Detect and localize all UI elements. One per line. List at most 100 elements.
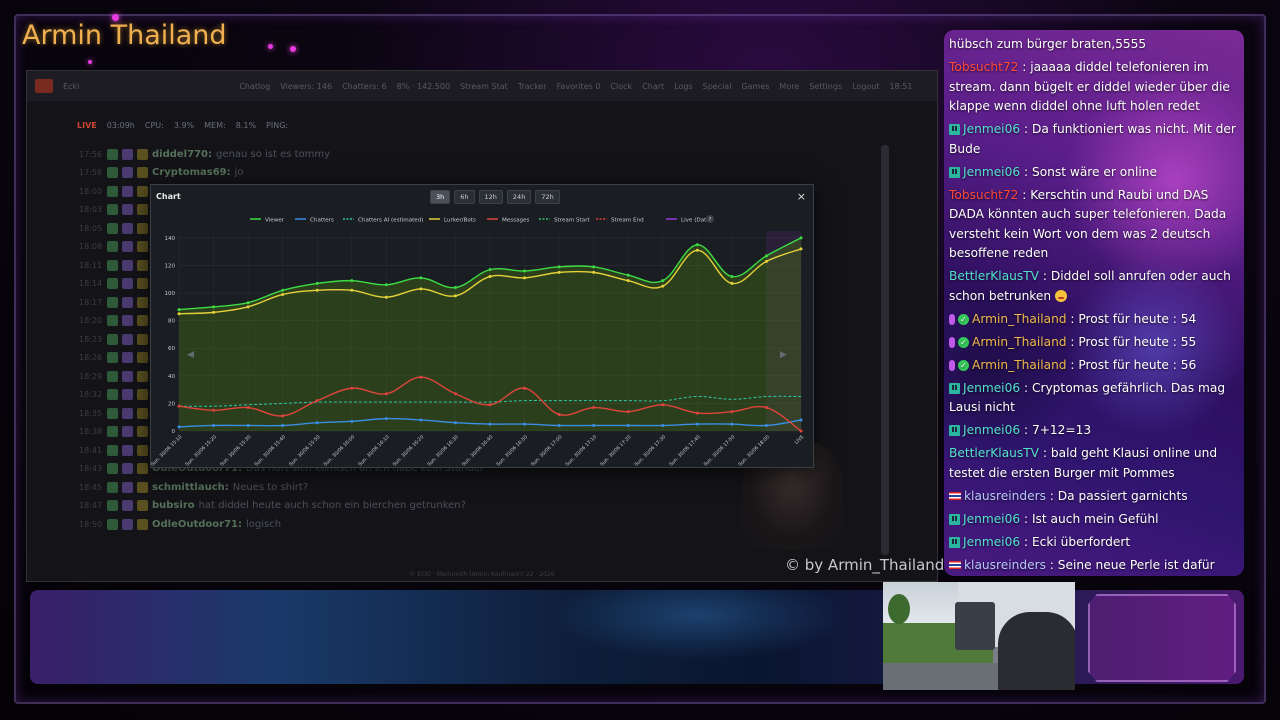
chat-log-scrollbar[interactable] [881, 145, 889, 555]
data-point [695, 411, 699, 415]
menu-item[interactable]: 18:51 [889, 82, 912, 91]
microphone-badge-icon [949, 359, 955, 371]
chat-username[interactable]: Jenmei06 [963, 165, 1020, 179]
chat-username[interactable]: Tobsucht72 [949, 188, 1018, 202]
emoji-icon [1055, 290, 1068, 302]
menu-item[interactable]: Chart [642, 82, 664, 91]
data-point [661, 279, 665, 283]
data-point [246, 305, 250, 309]
chat-message-list: hübsch zum bürger braten,5555 Tobsucht72 … [949, 35, 1241, 576]
chat-text: Ist auch mein Gefühl [1031, 511, 1159, 526]
chat-username[interactable]: Jenmei06 [963, 512, 1020, 526]
subscriber-badge-icon [949, 124, 960, 135]
data-point [419, 375, 423, 379]
menu-item[interactable]: 8% · 142.500 [397, 82, 450, 91]
close-icon[interactable]: × [797, 190, 806, 203]
chat-message: Jenmei06 : Cryptomas gefährlich. Das mag… [949, 379, 1241, 418]
range-selector: 3h 6h 12h 24h 72h [430, 190, 560, 204]
menu-item[interactable]: Viewers: 146 [280, 82, 332, 91]
user-badge-icon [137, 278, 148, 290]
live-indicator: LIVE [77, 121, 97, 130]
x-tick-label: Sun. 30/06 17:20 [599, 434, 632, 467]
menu-item[interactable]: More [779, 82, 799, 91]
range-button[interactable]: 6h [454, 190, 475, 204]
chat-separator: : [1066, 334, 1079, 349]
range-button[interactable]: 24h [506, 190, 532, 204]
range-button[interactable]: 12h [478, 190, 503, 204]
data-point [626, 279, 630, 283]
chat-username[interactable]: Armin_Thailand [972, 335, 1067, 349]
user-badge-icon [122, 463, 133, 475]
log-username[interactable]: bubsiro [152, 500, 195, 511]
chat-separator: : [1020, 511, 1032, 526]
legend-label: Stream End [611, 218, 644, 224]
chat-username[interactable]: klausreinders [964, 489, 1046, 503]
user-badge-icon [122, 204, 133, 216]
menu-item[interactable]: Logs [674, 82, 692, 91]
log-timestamp: 17:56 [79, 149, 103, 159]
menu-item[interactable]: Settings [809, 82, 842, 91]
data-point [453, 392, 457, 396]
watermark: © by Armin_Thailand [785, 556, 945, 574]
data-point [281, 423, 285, 427]
log-username[interactable]: OdleOutdoor71: [152, 519, 242, 530]
data-point [523, 269, 527, 273]
log-username[interactable]: Cryptomas69: [152, 167, 231, 178]
log-line: 17:56 diddel770: genau so ist es tommy [79, 145, 879, 164]
chat-username[interactable]: Jenmei06 [963, 122, 1020, 136]
chat-username[interactable]: Tobsucht72 [949, 60, 1018, 74]
data-point [695, 422, 699, 426]
chat-username[interactable]: klausreinders [964, 558, 1046, 572]
chart-modal-title: Chart [156, 192, 181, 201]
menu-item[interactable]: Stream Stat [460, 82, 508, 91]
log-username[interactable]: diddel770: [152, 149, 212, 160]
chat-username[interactable]: Jenmei06 [963, 535, 1020, 549]
data-point [626, 410, 630, 414]
chat-username[interactable]: Armin_Thailand [972, 358, 1067, 372]
menu-item[interactable]: Logout [852, 82, 879, 91]
user-badge-icon [137, 518, 148, 530]
data-point [488, 403, 492, 407]
menu-item[interactable]: Special [703, 82, 732, 91]
chat-username[interactable]: Jenmei06 [963, 381, 1020, 395]
log-timestamp: 18:03 [79, 205, 103, 215]
menu-item[interactable]: Favorites 0 [557, 82, 601, 91]
x-tick-label: Sun. 30/06 15:50 [288, 434, 321, 467]
chat-username[interactable]: BettlerKlausTV [949, 269, 1039, 283]
webcam-tree [888, 594, 910, 624]
data-point [177, 404, 181, 408]
y-tick-label: 80 [168, 319, 175, 325]
log-timestamp: 18:00 [79, 186, 103, 196]
user-badge-icon [137, 333, 148, 345]
data-point [212, 305, 216, 309]
menu-item[interactable]: Clock [610, 82, 632, 91]
user-badge-icon [122, 500, 133, 512]
log-timestamp: 18:11 [79, 260, 103, 270]
menu-item[interactable]: Games [741, 82, 769, 91]
chat-username[interactable]: Jenmei06 [963, 423, 1020, 437]
range-button[interactable]: 72h [535, 190, 560, 204]
menu-item[interactable]: Tracker [518, 82, 547, 91]
sparkle-decoration [112, 14, 119, 21]
chat-username[interactable]: BettlerKlausTV [949, 446, 1039, 460]
log-timestamp: 18:45 [79, 482, 103, 492]
data-point [557, 412, 561, 416]
chat-username[interactable]: Armin_Thailand [972, 312, 1067, 326]
chat-separator: : [1039, 446, 1051, 460]
log-username[interactable]: schmittlauch: [152, 482, 229, 493]
range-button[interactable]: 3h [430, 190, 451, 204]
user-badge-icon [122, 481, 133, 493]
data-point [523, 386, 527, 390]
y-tick-label: 140 [165, 236, 176, 242]
menu-item[interactable]: Chatlog [239, 82, 270, 91]
user-badge-icon [122, 444, 133, 456]
chevron-right-icon[interactable]: ▶ [780, 350, 787, 360]
data-point [661, 284, 665, 288]
chat-message: ✓ Armin_Thailand : Prost für heute : 55 [949, 333, 1241, 353]
user-badge-icon [137, 167, 148, 179]
chevron-left-icon[interactable]: ◀ [187, 350, 194, 360]
menu-item[interactable]: Chatters: 6 [342, 82, 387, 91]
legend-label: Stream Start [554, 218, 590, 224]
microphone-badge-icon [949, 313, 955, 325]
chat-separator: : [1045, 557, 1058, 572]
